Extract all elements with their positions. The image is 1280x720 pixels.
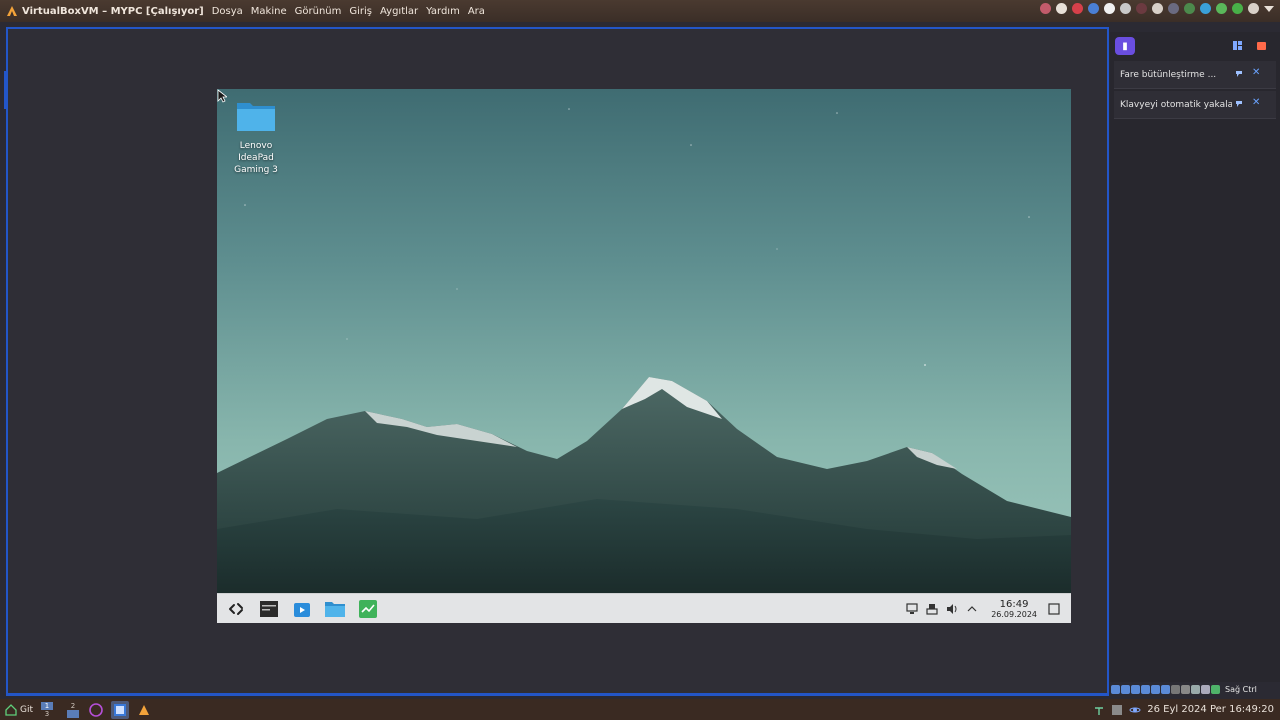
optical-drive-icon[interactable]	[1121, 684, 1130, 694]
keyboard-capture-icon[interactable]	[1211, 684, 1220, 694]
workspace-empty[interactable]	[54, 702, 66, 710]
clock-time: 16:49	[999, 599, 1029, 610]
show-desktop-icon[interactable]	[1111, 704, 1123, 716]
pin-icon[interactable]	[1234, 69, 1244, 79]
workspace-3[interactable]: 3	[41, 710, 53, 718]
pin-desktop-icon[interactable]	[1093, 704, 1105, 716]
window-title: VirtualBoxVM – MYPC [Çalışıyor]	[22, 5, 204, 17]
volume-icon[interactable]	[945, 602, 959, 616]
network-icon[interactable]	[905, 602, 919, 616]
network-adapter-icon[interactable]	[1141, 684, 1150, 694]
virtualbox-app-icon	[7, 6, 17, 16]
menu-gorunum[interactable]: Görünüm	[295, 6, 342, 17]
virtualbox-manager-icon[interactable]	[111, 700, 130, 719]
virtualbox-vm-icon[interactable]	[135, 701, 153, 719]
audio-icon[interactable]	[1131, 684, 1140, 694]
system-monitor-icon[interactable]	[357, 598, 379, 620]
panel-header: ▮	[1110, 32, 1280, 60]
file-manager-icon[interactable]	[324, 598, 346, 620]
leaf-icon[interactable]	[1184, 3, 1195, 14]
notification-text: Klavyeyi otomatik yakala ...	[1120, 99, 1232, 110]
bell-icon[interactable]	[1040, 3, 1051, 14]
steam-icon[interactable]	[1104, 3, 1115, 14]
notifications-icon[interactable]	[1047, 602, 1061, 616]
host-menu-bar: VirtualBoxVM – MYPC [Çalışıyor] Dosya Ma…	[0, 0, 1280, 22]
host-system-tray	[1040, 3, 1274, 14]
usb-device-icon[interactable]	[1151, 684, 1160, 694]
software-center-icon[interactable]	[291, 598, 313, 620]
mouse-integration-icon[interactable]	[1201, 684, 1210, 694]
mouse-pointer-icon	[217, 89, 227, 103]
vm-status-bar: Sağ Ctrl	[1110, 683, 1280, 695]
chevron-down-icon[interactable]	[1264, 5, 1274, 12]
notification-item[interactable]: Fare bütünleştirme ... ✕	[1114, 61, 1276, 89]
recording-icon[interactable]	[1181, 684, 1190, 694]
workspace-2[interactable]: 2	[67, 702, 79, 710]
shared-folder-icon[interactable]	[1161, 684, 1170, 694]
workspace-empty[interactable]	[54, 710, 66, 718]
guest-system-tray: 16:49 26.09.2024	[905, 594, 1071, 623]
git-launcher[interactable]: Git	[5, 703, 34, 716]
settings-atom-icon[interactable]	[1129, 704, 1141, 716]
chevron-up-icon[interactable]	[965, 602, 979, 616]
terminal-icon[interactable]	[258, 598, 280, 620]
clock-date: 26.09.2024	[991, 610, 1037, 619]
close-icon[interactable]: ✕	[1252, 67, 1260, 79]
usb-icon[interactable]	[925, 602, 939, 616]
pin-icon[interactable]	[1234, 99, 1244, 109]
info-icon[interactable]	[1088, 3, 1099, 14]
frame-edge-marker	[4, 71, 7, 109]
cpu-icon[interactable]	[1191, 684, 1200, 694]
sort-icon[interactable]	[1232, 40, 1243, 51]
git-label: Git	[20, 704, 34, 715]
menu-giris[interactable]: Giriş	[349, 6, 372, 17]
host-datetime[interactable]: 26 Eyl 2024 Per 16:49:20	[1147, 704, 1274, 715]
host-taskbar-tray: 26 Eyl 2024 Per 16:49:20	[1093, 699, 1274, 720]
notification-item[interactable]: Klavyeyi otomatik yakala ... ✕	[1114, 91, 1276, 119]
host-key-label: Sağ Ctrl	[1225, 684, 1257, 694]
guest-desktop[interactable]: Lenovo IdeaPad Gaming 3	[217, 89, 1071, 593]
notification-center-panel: ▮ Fare bütünleştirme ... ✕ Klavyeyi otom…	[1110, 32, 1280, 682]
workspace-1[interactable]: 1	[41, 701, 54, 710]
heart-icon[interactable]	[1136, 3, 1147, 14]
menu-makine[interactable]: Makine	[251, 6, 287, 17]
guest-screen[interactable]: Lenovo IdeaPad Gaming 3 16:49 26.09.2024	[217, 89, 1071, 623]
guest-taskbar: 16:49 26.09.2024	[217, 593, 1071, 623]
sync-icon[interactable]	[1200, 3, 1211, 14]
menu-yardim[interactable]: Yardım	[426, 6, 460, 17]
folder-icon	[237, 103, 275, 131]
workspace-active-thumb[interactable]	[67, 709, 80, 718]
cat-icon[interactable]	[1056, 3, 1067, 14]
guest-clock[interactable]: 16:49 26.09.2024	[991, 599, 1037, 619]
notification-badge-icon[interactable]: ▮	[1115, 37, 1135, 55]
close-icon[interactable]: ✕	[1252, 97, 1260, 109]
menu-ara[interactable]: Ara	[468, 6, 485, 17]
clear-all-icon[interactable]	[1256, 40, 1267, 51]
battery-icon[interactable]	[1232, 3, 1243, 14]
volume-icon[interactable]	[1248, 3, 1259, 14]
bluetooth-icon[interactable]	[1168, 3, 1179, 14]
host-taskbar: Git 1 2 3 26 Eyl 2024 Per 16:49:20	[0, 699, 1280, 720]
mountain-wallpaper	[217, 108, 1071, 593]
tor-browser-icon[interactable]	[87, 701, 105, 719]
search-icon[interactable]	[1120, 3, 1131, 14]
app-launcher-icon[interactable]	[225, 598, 247, 620]
notification-text: Fare bütünleştirme ...	[1120, 69, 1217, 80]
clipboard-icon[interactable]	[1152, 3, 1163, 14]
display-icon[interactable]	[1171, 684, 1180, 694]
home-icon	[5, 703, 17, 716]
hdd-icon[interactable]	[1111, 684, 1120, 694]
workspace-pager[interactable]: 1 2 3	[41, 701, 80, 718]
desktop-folder-label: Lenovo IdeaPad Gaming 3	[234, 141, 278, 175]
desktop-folder-lenovo[interactable]: Lenovo IdeaPad Gaming 3	[221, 97, 291, 176]
menu-aygitlar[interactable]: Aygıtlar	[380, 6, 418, 17]
record-icon[interactable]	[1072, 3, 1083, 14]
menu-dosya[interactable]: Dosya	[212, 6, 243, 17]
microphone-icon[interactable]	[1216, 3, 1227, 14]
